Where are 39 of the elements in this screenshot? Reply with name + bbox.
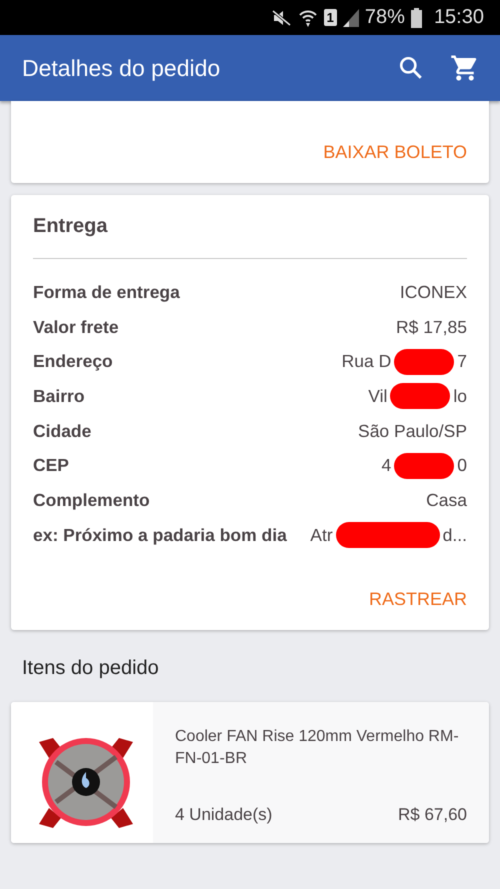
quantity: 4 Unidade(s) — [175, 804, 272, 824]
wifi-icon — [298, 8, 318, 28]
field-label: Valor frete — [33, 316, 119, 338]
screen-title: Detalhes do pedido — [22, 54, 222, 82]
field-value: 4 — [382, 455, 392, 476]
signal-icon — [342, 8, 359, 26]
redaction-mark — [390, 383, 450, 410]
redaction-mark — [394, 348, 454, 375]
field-value: São Paulo/SP — [358, 420, 467, 442]
product-name: Cooler FAN Rise 120mm Vermelho RM-FN-01-BR — [175, 726, 460, 768]
battery-level: 78% — [364, 6, 405, 29]
field-label: Forma de entrega — [33, 282, 180, 303]
battery-icon — [410, 8, 422, 28]
field-label: Endereço — [33, 351, 113, 372]
field-value: 7 — [457, 351, 467, 372]
field-label: Cidade — [33, 420, 92, 442]
field-value: lo — [453, 386, 467, 407]
field-label: Bairro — [33, 386, 85, 407]
item-price: R$ 67,60 — [398, 804, 467, 824]
field-value: Vil — [368, 386, 388, 407]
sim-icon: 1 — [324, 9, 337, 26]
field-label: CEP — [33, 455, 69, 476]
track-button[interactable]: RASTREAR — [368, 552, 467, 610]
field-value: Casa — [426, 490, 467, 511]
download-slip-button[interactable]: BAIXAR BOLETO — [323, 142, 467, 183]
field-label: ex: Próximo a padaria bom dia — [33, 524, 287, 546]
field-value: ICONEX — [400, 282, 467, 303]
clock: 15:30 — [434, 6, 484, 29]
section-title: Itens do pedido — [22, 656, 160, 680]
card-title: Entrega — [33, 215, 467, 259]
field-value: R$ 17,85 — [396, 316, 467, 338]
field-value: Atr — [310, 524, 333, 546]
field-value: Rua D — [342, 351, 392, 372]
field-value: 0 — [457, 455, 467, 476]
field-label: Complemento — [33, 490, 150, 511]
mute-icon — [272, 10, 292, 26]
redaction-mark — [394, 452, 454, 479]
search-icon[interactable] — [398, 55, 424, 81]
field-value: d... — [442, 524, 467, 546]
